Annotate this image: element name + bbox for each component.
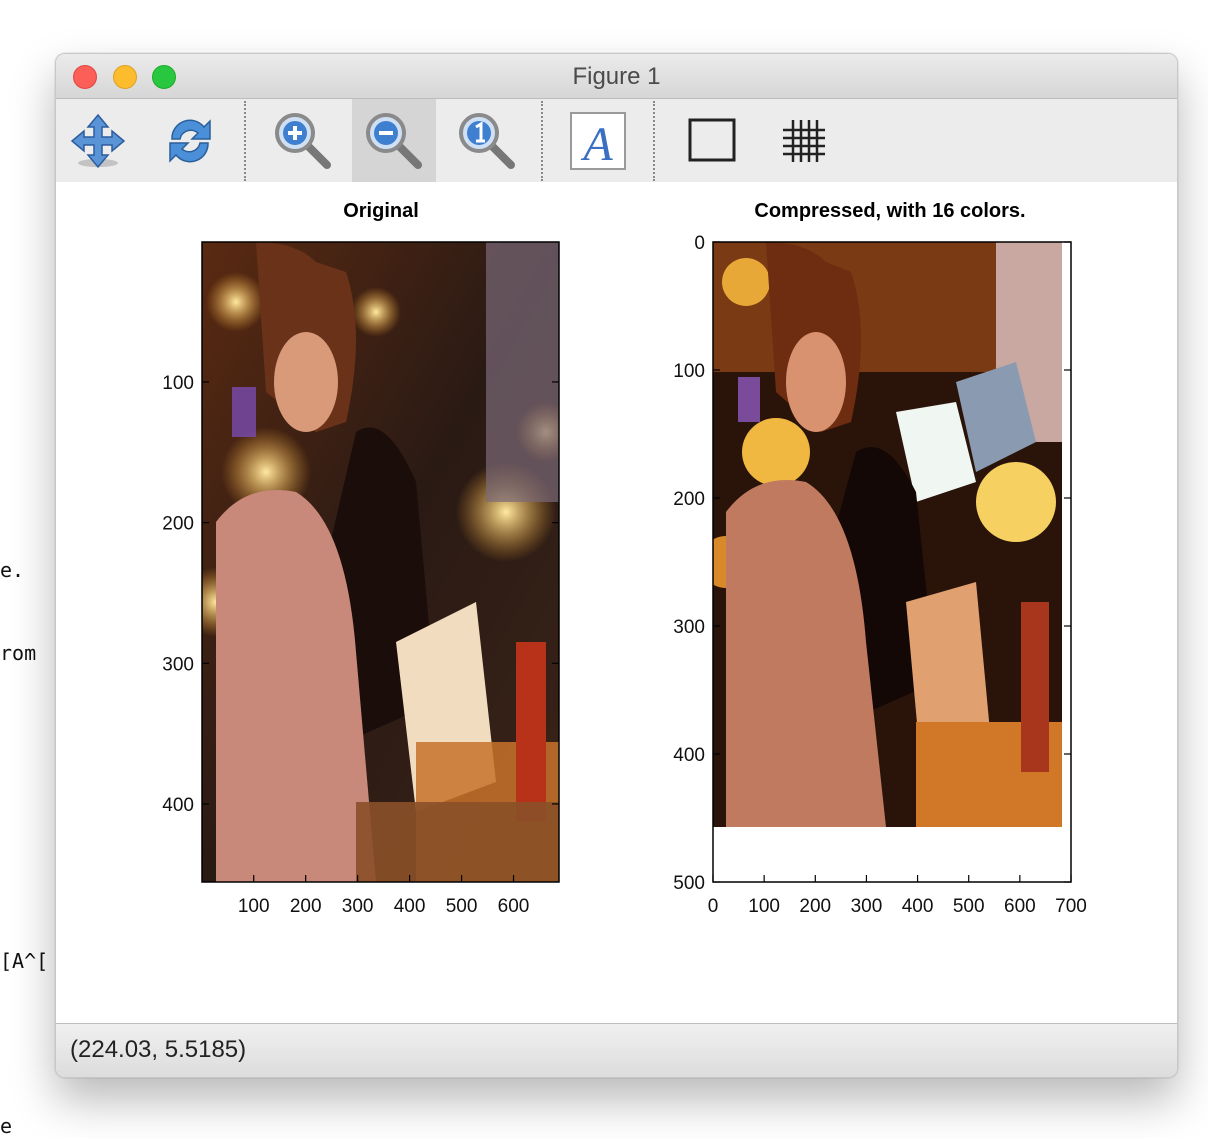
- zoom-in-button[interactable]: [261, 99, 345, 182]
- figure-window: Figure 1 A Original 100 200 300 400 100 …: [55, 53, 1178, 1078]
- y-tick-label: 300: [673, 617, 705, 638]
- x-tick-label: 200: [799, 896, 831, 917]
- zoom-out-button[interactable]: [352, 99, 436, 182]
- terminal-line: e: [0, 1114, 13, 1138]
- title-bar[interactable]: Figure 1: [56, 54, 1177, 99]
- y-tick-label: 100: [162, 373, 194, 394]
- x-tick-label: 200: [290, 896, 322, 917]
- x-tick-label: 0: [708, 896, 719, 917]
- x-tick-label: 500: [953, 896, 985, 917]
- x-tick-label: 100: [748, 896, 780, 917]
- window-title: Figure 1: [572, 63, 661, 90]
- right-plot-title: Compressed, with 16 colors.: [754, 200, 1025, 222]
- left-plot-title: Original: [343, 200, 419, 222]
- svg-text:A: A: [580, 118, 613, 171]
- zoom-original-button[interactable]: [445, 99, 529, 182]
- grid-icon: [783, 119, 825, 162]
- y-tick-label: 500: [673, 873, 705, 894]
- pan-button[interactable]: [56, 99, 140, 182]
- figure-axes[interactable]: Original 100200300400 100 200 300 400 50…: [56, 182, 1177, 1023]
- y-tick-label: 400: [162, 795, 194, 816]
- terminal-line: e.: [0, 558, 25, 582]
- y-tick-label: 100: [673, 361, 705, 382]
- cursor-coordinates: (224.03, 5.5185): [70, 1036, 247, 1063]
- pan-arrows-icon: [70, 113, 126, 168]
- x-tick-label: 300: [851, 896, 883, 917]
- status-bar: (224.03, 5.5185): [56, 1023, 1177, 1077]
- text-icon: A: [570, 111, 626, 171]
- y-tick-label: 0: [694, 233, 705, 254]
- figure-canvas[interactable]: Original 100 200 300 400 100 200 300 400…: [56, 182, 1177, 1023]
- rotate-icon: [169, 118, 211, 163]
- toolbar-separator: [244, 101, 246, 181]
- x-tick-label: 500: [446, 896, 478, 917]
- zoom-in-icon: [275, 112, 331, 169]
- toolbar-separator: [541, 101, 543, 181]
- y-tick-label: 200: [673, 489, 705, 510]
- axes-box-button[interactable]: [670, 99, 754, 182]
- x-tick-label: 600: [498, 896, 530, 917]
- x-tick-label: 600: [1004, 896, 1036, 917]
- figure-toolbar: A: [56, 99, 1177, 182]
- compressed-image: [713, 242, 1062, 827]
- x-tick-label: 100: [238, 896, 270, 917]
- x-tick-label: 300: [342, 896, 374, 917]
- grid-button[interactable]: [762, 99, 846, 182]
- y-tick-label: 200: [162, 514, 194, 535]
- x-tick-label: 400: [394, 896, 426, 917]
- rotate-button[interactable]: [148, 99, 232, 182]
- x-tick-label: 700: [1055, 896, 1087, 917]
- y-tick-label: 400: [673, 745, 705, 766]
- zoom-out-icon: [366, 112, 422, 169]
- terminal-line: rom: [0, 641, 37, 665]
- box-icon: [688, 118, 736, 161]
- terminal-line: [A^[: [0, 949, 49, 973]
- y-tick-label: 300: [162, 654, 194, 675]
- zoom-reset-icon: [459, 112, 515, 169]
- x-tick-label: 400: [902, 896, 934, 917]
- original-image: [202, 242, 559, 882]
- toolbar-separator: [653, 101, 655, 181]
- insert-text-button[interactable]: A: [556, 99, 640, 182]
